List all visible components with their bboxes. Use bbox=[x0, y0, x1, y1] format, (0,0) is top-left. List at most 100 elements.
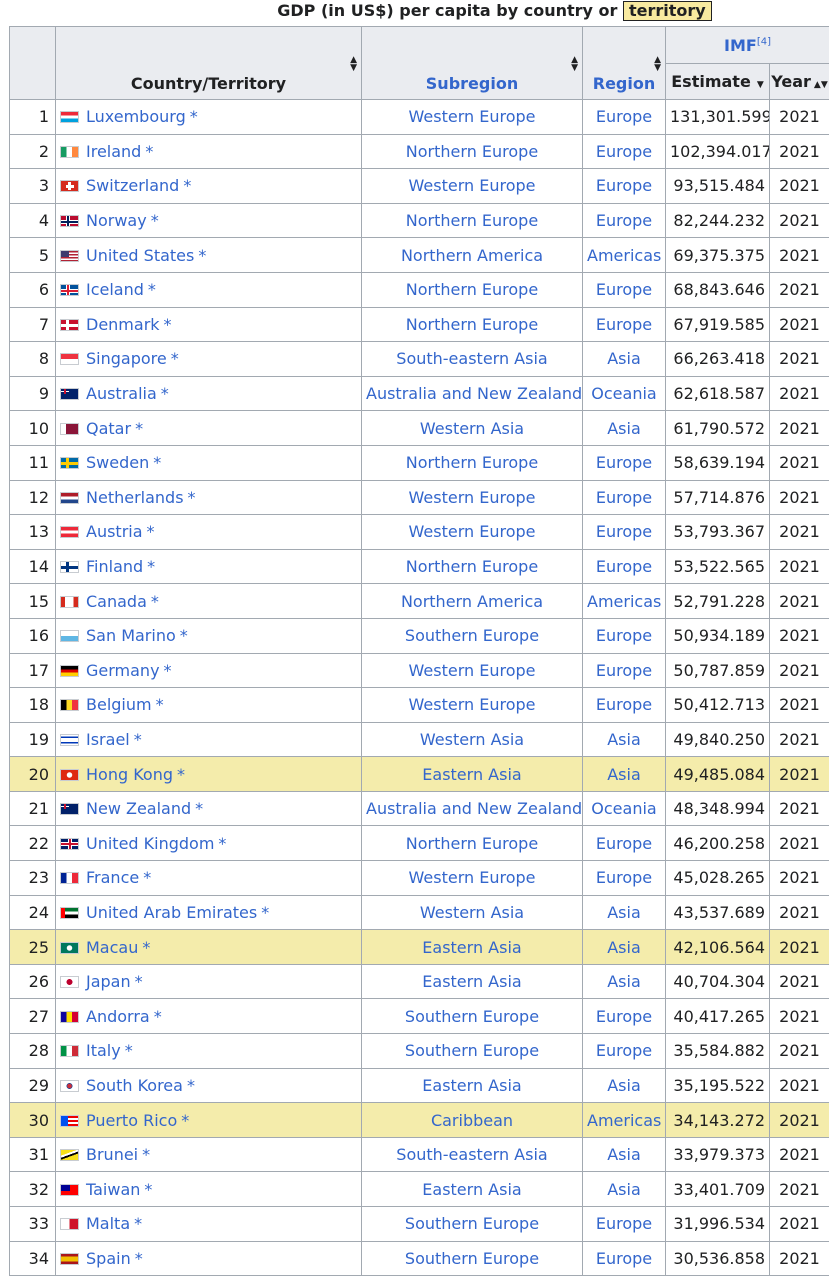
region-cell[interactable]: Asia bbox=[583, 1172, 666, 1207]
subregion-cell[interactable]: Western Asia bbox=[362, 411, 583, 446]
footnote-star[interactable]: * bbox=[151, 211, 159, 230]
subregion-cell[interactable]: Northern America bbox=[362, 238, 583, 273]
country-link[interactable]: New Zealand bbox=[86, 799, 191, 818]
country-link[interactable]: Hong Kong bbox=[86, 765, 173, 784]
subregion-cell[interactable]: Western Europe bbox=[362, 861, 583, 896]
country-link[interactable]: Taiwan bbox=[86, 1180, 140, 1199]
region-cell[interactable]: Europe bbox=[583, 134, 666, 169]
sort-icon[interactable]: ▲▼ bbox=[350, 56, 357, 72]
country-link[interactable]: Canada bbox=[86, 592, 147, 611]
region-cell[interactable]: Asia bbox=[583, 930, 666, 965]
region-cell[interactable]: Europe bbox=[583, 1034, 666, 1069]
subregion-cell[interactable]: Western Asia bbox=[362, 895, 583, 930]
country-link[interactable]: Brunei bbox=[86, 1145, 138, 1164]
sort-icon[interactable]: ▲▼ bbox=[814, 80, 828, 90]
subregion-header-link[interactable]: Subregion bbox=[426, 74, 518, 93]
subregion-cell[interactable]: Western Europe bbox=[362, 169, 583, 204]
footnote-star[interactable]: * bbox=[190, 107, 198, 126]
footnote-star[interactable]: * bbox=[183, 176, 191, 195]
country-link[interactable]: United Kingdom bbox=[86, 834, 214, 853]
region-cell[interactable]: Americas bbox=[583, 584, 666, 619]
subregion-cell[interactable]: South-eastern Asia bbox=[362, 1137, 583, 1172]
subregion-cell[interactable]: Australia and New Zealand bbox=[362, 376, 583, 411]
footnote-star[interactable]: * bbox=[134, 730, 142, 749]
footnote-star[interactable]: * bbox=[145, 142, 153, 161]
subregion-cell[interactable]: Northern Europe bbox=[362, 272, 583, 307]
subregion-cell[interactable]: Eastern Asia bbox=[362, 1068, 583, 1103]
region-cell[interactable]: Europe bbox=[583, 480, 666, 515]
subregion-cell[interactable]: Southern Europe bbox=[362, 1034, 583, 1069]
footnote-star[interactable]: * bbox=[181, 1111, 189, 1130]
country-link[interactable]: Spain bbox=[86, 1249, 131, 1268]
country-link[interactable]: United Arab Emirates bbox=[86, 903, 257, 922]
country-link[interactable]: Germany bbox=[86, 661, 160, 680]
footnote-star[interactable]: * bbox=[125, 1041, 133, 1060]
country-link[interactable]: Iceland bbox=[86, 280, 144, 299]
region-header[interactable]: Region ▲▼ bbox=[583, 27, 666, 100]
country-link[interactable]: Italy bbox=[86, 1041, 121, 1060]
country-link[interactable]: Ireland bbox=[86, 142, 141, 161]
subregion-cell[interactable]: Northern Europe bbox=[362, 307, 583, 342]
region-cell[interactable]: Europe bbox=[583, 999, 666, 1034]
region-cell[interactable]: Oceania bbox=[583, 376, 666, 411]
year-header[interactable]: Year▲▼ bbox=[770, 64, 829, 100]
sort-icon[interactable]: ▲▼ bbox=[654, 56, 661, 72]
country-link[interactable]: Switzerland bbox=[86, 176, 179, 195]
footnote-star[interactable]: * bbox=[198, 246, 206, 265]
country-link[interactable]: Macau bbox=[86, 938, 138, 957]
country-link[interactable]: Israel bbox=[86, 730, 130, 749]
subregion-header[interactable]: Subregion ▲▼ bbox=[362, 27, 583, 100]
region-cell[interactable]: Europe bbox=[583, 515, 666, 550]
sort-desc-icon[interactable]: ▼ bbox=[757, 80, 764, 90]
subregion-cell[interactable]: Western Europe bbox=[362, 100, 583, 135]
region-cell[interactable]: Europe bbox=[583, 445, 666, 480]
region-cell[interactable]: Asia bbox=[583, 722, 666, 757]
region-cell[interactable]: Asia bbox=[583, 1137, 666, 1172]
footnote-star[interactable]: * bbox=[154, 1007, 162, 1026]
country-header[interactable]: Country/Territory ▲▼ bbox=[56, 27, 362, 100]
region-cell[interactable]: Europe bbox=[583, 1241, 666, 1276]
country-link[interactable]: Belgium bbox=[86, 695, 152, 714]
subregion-cell[interactable]: Southern Europe bbox=[362, 1241, 583, 1276]
region-cell[interactable]: Americas bbox=[583, 1103, 666, 1138]
footnote-star[interactable]: * bbox=[147, 557, 155, 576]
region-cell[interactable]: Europe bbox=[583, 826, 666, 861]
footnote-star[interactable]: * bbox=[164, 315, 172, 334]
subregion-cell[interactable]: South-eastern Asia bbox=[362, 342, 583, 377]
subregion-cell[interactable]: Western Europe bbox=[362, 515, 583, 550]
subregion-cell[interactable]: Caribbean bbox=[362, 1103, 583, 1138]
subregion-cell[interactable]: Eastern Asia bbox=[362, 964, 583, 999]
country-link[interactable]: Japan bbox=[86, 972, 131, 991]
region-cell[interactable]: Europe bbox=[583, 307, 666, 342]
subregion-cell[interactable]: Western Europe bbox=[362, 653, 583, 688]
country-link[interactable]: Luxembourg bbox=[86, 107, 186, 126]
footnote-star[interactable]: * bbox=[148, 280, 156, 299]
region-header-link[interactable]: Region bbox=[593, 74, 656, 93]
footnote-star[interactable]: * bbox=[218, 834, 226, 853]
footnote-star[interactable]: * bbox=[171, 349, 179, 368]
subregion-cell[interactable]: Southern Europe bbox=[362, 1207, 583, 1242]
country-link[interactable]: Malta bbox=[86, 1214, 130, 1233]
country-link[interactable]: Austria bbox=[86, 522, 143, 541]
subregion-cell[interactable]: Northern Europe bbox=[362, 445, 583, 480]
country-link[interactable]: Andorra bbox=[86, 1007, 150, 1026]
subregion-cell[interactable]: Western Europe bbox=[362, 688, 583, 723]
subregion-cell[interactable]: Eastern Asia bbox=[362, 1172, 583, 1207]
footnote-star[interactable]: * bbox=[134, 1214, 142, 1233]
sort-icon[interactable]: ▲▼ bbox=[571, 56, 578, 72]
country-link[interactable]: Netherlands bbox=[86, 488, 184, 507]
imf-reference[interactable]: [4] bbox=[757, 36, 771, 47]
subregion-cell[interactable]: Western Asia bbox=[362, 722, 583, 757]
country-link[interactable]: Sweden bbox=[86, 453, 149, 472]
region-cell[interactable]: Europe bbox=[583, 861, 666, 896]
footnote-star[interactable]: * bbox=[187, 1076, 195, 1095]
footnote-star[interactable]: * bbox=[142, 938, 150, 957]
region-cell[interactable]: Europe bbox=[583, 169, 666, 204]
region-cell[interactable]: Europe bbox=[583, 1207, 666, 1242]
region-cell[interactable]: Europe bbox=[583, 549, 666, 584]
region-cell[interactable]: Europe bbox=[583, 653, 666, 688]
subregion-cell[interactable]: Northern Europe bbox=[362, 549, 583, 584]
region-cell[interactable]: Europe bbox=[583, 688, 666, 723]
region-cell[interactable]: Asia bbox=[583, 1068, 666, 1103]
subregion-cell[interactable]: Northern Europe bbox=[362, 203, 583, 238]
